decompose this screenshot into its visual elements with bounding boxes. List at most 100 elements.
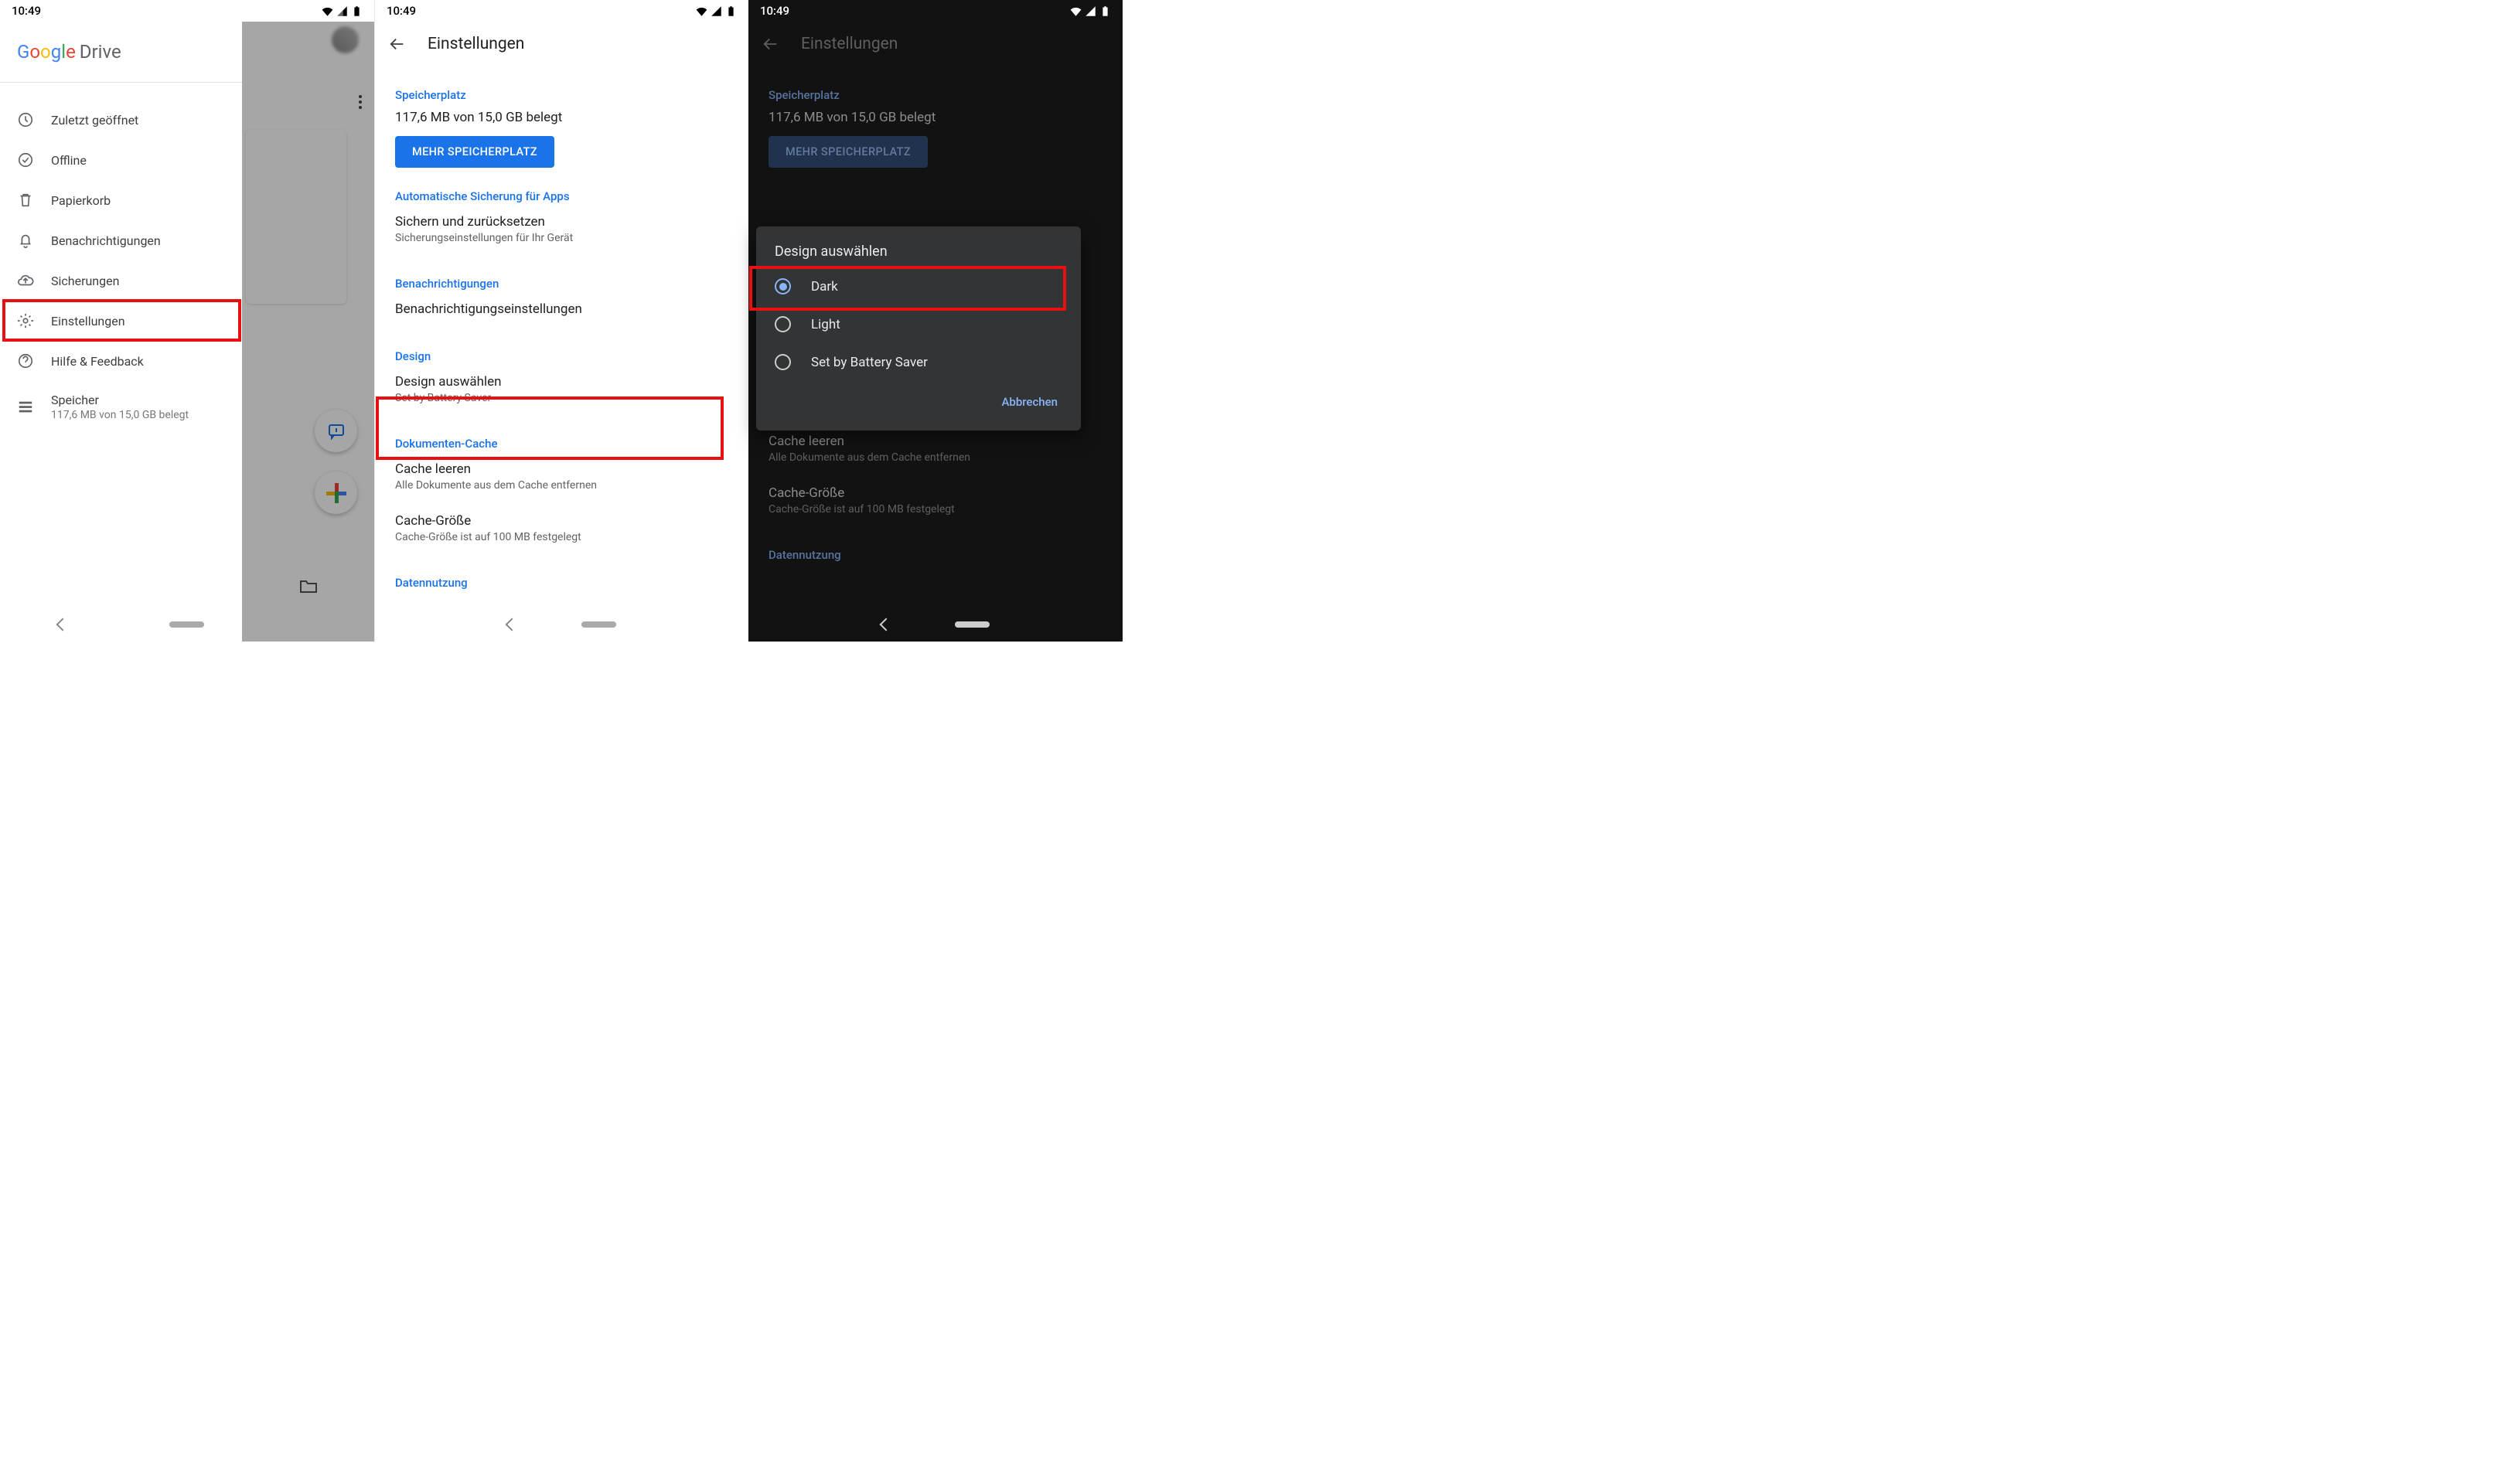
menu-sublabel: 117,6 MB von 15,0 GB belegt	[51, 409, 189, 421]
menu-trash[interactable]: Papierkorb	[0, 180, 242, 220]
radio-battery[interactable]: Set by Battery Saver	[756, 343, 1081, 381]
row-sub: Sicherungseinstellungen für Ihr Gerät	[395, 232, 728, 244]
status-icons	[1070, 5, 1111, 17]
scrim[interactable]	[242, 22, 374, 642]
row-cache-size: Cache-Größe Cache-Größe ist auf 100 MB f…	[769, 475, 1103, 526]
menu-help[interactable]: Hilfe & Feedback	[0, 341, 242, 381]
status-bar: 10:49	[0, 0, 374, 22]
row-design[interactable]: Design auswählen Set by Battery Saver	[395, 363, 728, 415]
row-sub: Alle Dokumente aus dem Cache entfernen	[395, 479, 728, 492]
home-pill[interactable]	[581, 621, 616, 628]
row-sub: Set by Battery Saver	[395, 392, 728, 404]
row-title: Design auswählen	[395, 374, 728, 390]
trash-icon	[17, 192, 34, 209]
status-bar: 10:49	[748, 0, 1123, 22]
row-title: Cache leeren	[395, 461, 728, 477]
back-icon[interactable]	[506, 618, 519, 631]
radio-dark[interactable]: Dark	[756, 267, 1081, 305]
system-nav	[375, 607, 748, 642]
radio-light[interactable]: Light	[756, 305, 1081, 343]
section-backup: Automatische Sicherung für Apps	[395, 189, 728, 203]
menu-label: Papierkorb	[51, 193, 111, 208]
appbar: Einstellungen	[748, 22, 1123, 66]
status-bar: 10:49	[375, 0, 748, 22]
settings-scroll[interactable]: Speicherplatz 117,6 MB von 15,0 GB beleg…	[375, 66, 748, 642]
back-arrow-icon[interactable]	[389, 36, 406, 53]
system-nav	[748, 607, 1123, 642]
row-clear-cache[interactable]: Cache leeren Alle Dokumente aus dem Cach…	[395, 451, 728, 502]
radio-label: Set by Battery Saver	[811, 355, 928, 370]
home-pill[interactable]	[955, 621, 990, 628]
menu-label: Hilfe & Feedback	[51, 354, 144, 369]
menu-settings[interactable]: Einstellungen	[0, 301, 242, 341]
section-data: Datennutzung	[395, 576, 728, 590]
back-icon[interactable]	[879, 618, 892, 631]
row-sub: Alle Dokumente aus dem Cache entfernen	[769, 451, 1103, 464]
radio-icon	[775, 316, 791, 332]
menu-storage[interactable]: Speicher 117,6 MB von 15,0 GB belegt	[0, 381, 242, 433]
menu-backups[interactable]: Sicherungen	[0, 260, 242, 301]
row-title: Cache-Größe	[769, 485, 1103, 501]
radio-label: Dark	[811, 279, 838, 294]
wifi-icon	[696, 5, 707, 17]
row-backup[interactable]: Sichern und zurücksetzen Sicherungseinst…	[395, 203, 728, 255]
menu-label: Einstellungen	[51, 314, 125, 328]
home-pill[interactable]	[169, 621, 204, 628]
menu-label: Sicherungen	[51, 274, 119, 288]
section-cache: Dokumenten-Cache	[395, 437, 728, 451]
wifi-icon	[1070, 5, 1082, 17]
page-title: Einstellungen	[801, 35, 898, 53]
system-nav	[0, 607, 374, 642]
more-storage-button[interactable]: MEHR SPEICHERPLATZ	[395, 136, 554, 168]
help-icon	[17, 352, 34, 369]
section-data: Datennutzung	[769, 548, 1103, 562]
gear-icon	[17, 312, 34, 329]
status-time: 10:49	[760, 4, 789, 18]
battery-icon	[725, 5, 737, 17]
row-title: Benachrichtigungseinstellungen	[395, 301, 728, 317]
dialog-title: Design auswählen	[756, 243, 1081, 267]
menu-notifications[interactable]: Benachrichtigungen	[0, 220, 242, 260]
storage-usage-text: 117,6 MB von 15,0 GB belegt	[395, 110, 728, 125]
cloud-icon	[17, 272, 34, 289]
section-storage: Speicherplatz	[395, 88, 728, 102]
section-notifications: Benachrichtigungen	[395, 277, 728, 291]
row-clear-cache: Cache leeren Alle Dokumente aus dem Cach…	[769, 423, 1103, 475]
row-title: Sichern und zurücksetzen	[395, 214, 728, 230]
row-title: Cache leeren	[769, 434, 1103, 449]
menu-label: Benachrichtigungen	[51, 233, 161, 248]
signal-icon	[1085, 5, 1096, 17]
status-time: 10:49	[387, 4, 416, 18]
google-drive-logo: GoogleDrive	[0, 22, 242, 82]
radio-icon	[775, 278, 791, 294]
panel-settings-dark: 10:49 Einstellungen Speicherplatz 117,6 …	[748, 0, 1123, 642]
status-icons	[322, 5, 363, 17]
row-notifications[interactable]: Benachrichtigungseinstellungen	[395, 291, 728, 328]
status-icons	[696, 5, 737, 17]
storage-usage-text: 117,6 MB von 15,0 GB belegt	[769, 110, 1103, 125]
menu-recent[interactable]: Zuletzt geöffnet	[0, 100, 242, 140]
row-cache-size[interactable]: Cache-Größe Cache-Größe ist auf 100 MB f…	[395, 502, 728, 554]
theme-dialog: Design auswählen Dark Light Set by Batte…	[756, 226, 1081, 431]
radio-label: Light	[811, 317, 840, 332]
battery-icon	[351, 5, 363, 17]
row-sub: Cache-Größe ist auf 100 MB festgelegt	[769, 503, 1103, 516]
menu-offline[interactable]: Offline	[0, 140, 242, 180]
radio-icon	[775, 354, 791, 370]
menu-label: Speicher	[51, 393, 189, 407]
section-design: Design	[395, 349, 728, 363]
navigation-drawer: GoogleDrive Zuletzt geöffnet Offline Pap…	[0, 22, 242, 642]
back-arrow-icon	[762, 36, 779, 53]
clock-icon	[17, 111, 34, 128]
wifi-icon	[322, 5, 333, 17]
bell-icon	[17, 232, 34, 249]
cancel-button[interactable]: Abbrechen	[992, 389, 1067, 415]
row-sub: Cache-Größe ist auf 100 MB festgelegt	[395, 531, 728, 543]
more-storage-button: MEHR SPEICHERPLATZ	[769, 136, 928, 168]
section-storage: Speicherplatz	[769, 88, 1103, 102]
back-icon[interactable]	[56, 618, 70, 631]
row-title: Cache-Größe	[395, 513, 728, 529]
menu-label: Zuletzt geöffnet	[51, 113, 138, 128]
check-circle-icon	[17, 151, 34, 168]
panel-drawer: 10:49 GoogleDrive Zuletzt geöffnet	[0, 0, 374, 642]
